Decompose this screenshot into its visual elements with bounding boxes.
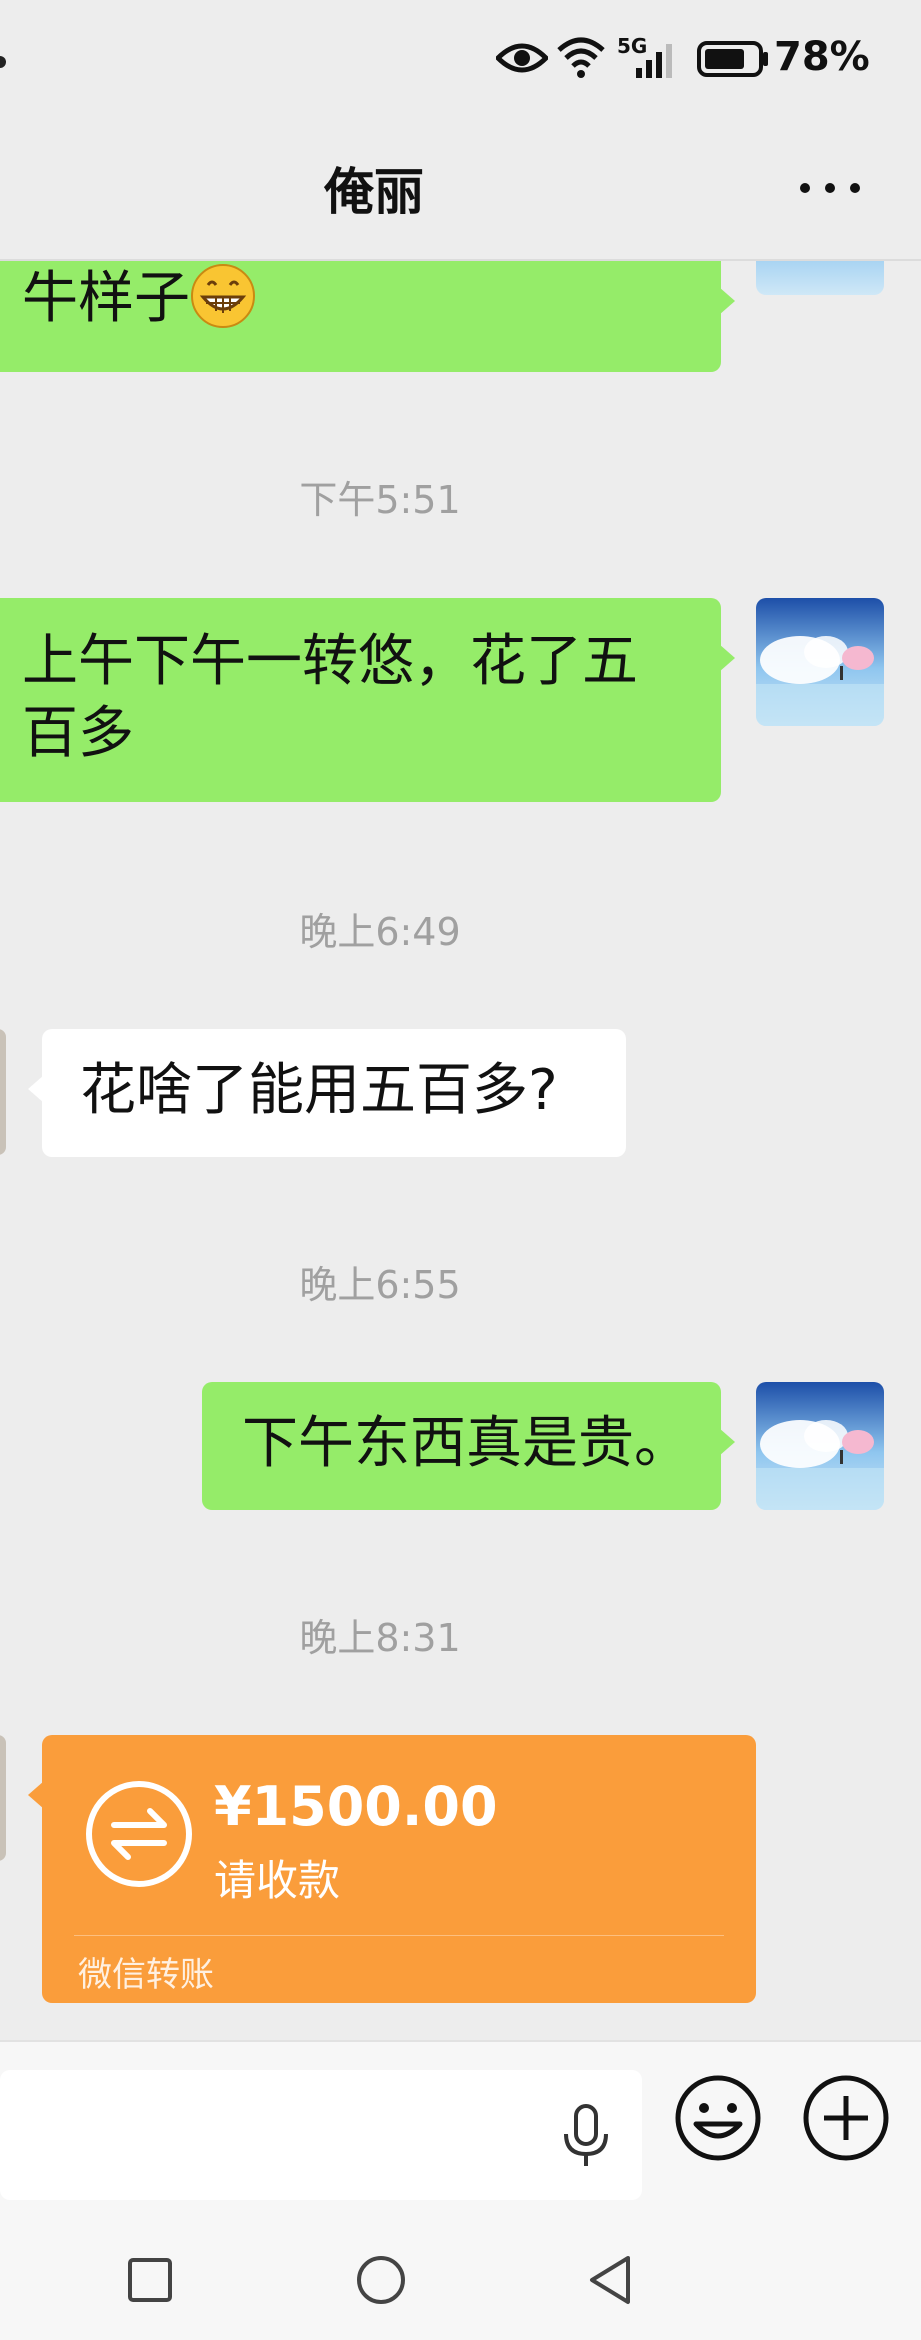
cell-signal-icon bbox=[636, 44, 672, 78]
transfer-label: 微信转账 bbox=[78, 1955, 214, 1995]
transfer-card[interactable]: ¥1500.00 请收款 微信转账 bbox=[28, 1735, 756, 2003]
battery-percentage: 78% bbox=[774, 34, 870, 80]
transfer-arrows-icon bbox=[86, 1781, 192, 1887]
my-avatar[interactable] bbox=[756, 598, 884, 726]
message-text-line: 上午下午一转悠，花了五 bbox=[22, 629, 638, 694]
wifi-icon bbox=[557, 37, 605, 78]
status-bar: 5G 78% bbox=[0, 0, 921, 118]
notification-dot bbox=[0, 56, 6, 68]
message-bubble-sent[interactable]: 下午东西真是贵。 bbox=[202, 1382, 735, 1510]
message-timestamp: 下午5:51 bbox=[299, 478, 461, 522]
message-timestamp: 晚上6:55 bbox=[299, 1263, 461, 1307]
more-options-button[interactable] bbox=[790, 158, 870, 218]
battery-icon bbox=[697, 41, 768, 77]
message-timestamp: 晚上6:49 bbox=[299, 910, 461, 954]
message-text: 牛样子 bbox=[22, 266, 190, 331]
more-dot-icon bbox=[800, 183, 810, 193]
peer-avatar[interactable] bbox=[0, 1029, 6, 1155]
chat-header: 俺丽 bbox=[0, 118, 921, 260]
emoji-icon[interactable] bbox=[672, 2072, 764, 2164]
my-avatar[interactable] bbox=[756, 261, 884, 295]
message-bubble-sent[interactable]: 牛样子 bbox=[0, 261, 735, 372]
chat-screen: 5G 78% 俺丽 牛样子 下午5:51 上午下午一转悠，花了五 百多 晚上6:… bbox=[0, 0, 921, 2340]
message-bubble-sent[interactable]: 上午下午一转悠，花了五 百多 bbox=[0, 598, 735, 802]
back-icon[interactable] bbox=[580, 2250, 640, 2310]
message-bubble-received[interactable]: 花啥了能用五百多? bbox=[28, 1029, 626, 1157]
voice-icon[interactable] bbox=[556, 2104, 616, 2168]
home-icon[interactable] bbox=[351, 2250, 411, 2310]
chat-title: 俺丽 bbox=[324, 163, 424, 221]
my-avatar[interactable] bbox=[756, 1382, 884, 1510]
message-timestamp: 晚上8:31 bbox=[299, 1616, 461, 1660]
plus-icon[interactable] bbox=[800, 2072, 892, 2164]
recents-icon[interactable] bbox=[120, 2250, 180, 2310]
grinning-face-icon bbox=[191, 264, 255, 328]
transfer-divider bbox=[74, 1935, 724, 1936]
eye-icon bbox=[496, 43, 548, 73]
input-bar bbox=[0, 2040, 921, 2216]
peer-avatar[interactable] bbox=[0, 1735, 6, 1861]
more-dot-icon bbox=[825, 183, 835, 193]
transfer-amount: ¥1500.00 bbox=[214, 1775, 498, 1838]
message-text: 花啥了能用五百多? bbox=[80, 1058, 558, 1123]
message-input[interactable] bbox=[0, 2070, 642, 2200]
system-nav-bar bbox=[0, 2216, 921, 2340]
message-text-line: 百多 bbox=[22, 701, 134, 766]
more-dot-icon bbox=[850, 183, 860, 193]
message-text: 下午东西真是贵。 bbox=[242, 1411, 690, 1476]
transfer-status: 请收款 bbox=[214, 1856, 341, 1905]
